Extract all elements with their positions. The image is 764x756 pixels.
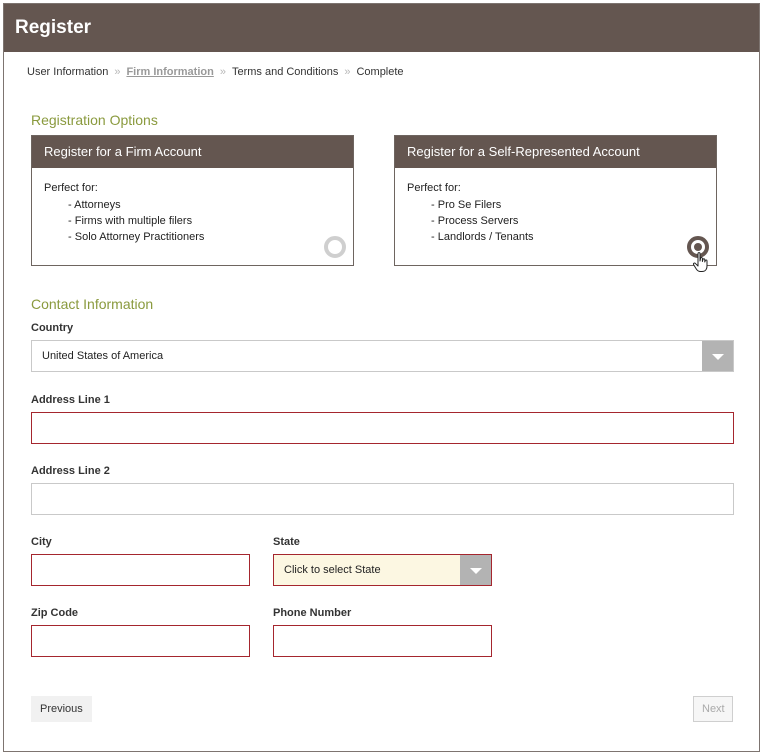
list-item: Process Servers <box>431 213 704 229</box>
state-select[interactable]: Click to select State <box>273 554 492 586</box>
contact-information-title: Contact Information <box>31 296 154 312</box>
breadcrumb-complete[interactable]: Complete <box>356 66 403 78</box>
self-represented-account-list: Pro Se Filers Process Servers Landlords … <box>407 197 704 245</box>
firm-account-description: Perfect for: Attorneys Firms with multip… <box>32 168 353 245</box>
page-title: Register <box>15 17 92 38</box>
firm-account-list: Attorneys Firms with multiple filers Sol… <box>44 197 341 245</box>
self-represented-account-option[interactable]: Register for a Self-Represented Account … <box>394 135 717 272</box>
list-item: Attorneys <box>68 197 341 213</box>
firm-account-title: Register for a Firm Account <box>32 136 353 168</box>
self-represented-account-title: Register for a Self-Represented Account <box>395 136 716 168</box>
self-represented-account-description: Perfect for: Pro Se Filers Process Serve… <box>395 168 716 245</box>
address-line-2-label: Address Line 2 <box>31 465 110 477</box>
phone-number-label: Phone Number <box>273 607 352 619</box>
next-button[interactable]: Next <box>693 696 733 722</box>
breadcrumb-terms-and-conditions[interactable]: Terms and Conditions <box>232 66 338 78</box>
address-line-1-input[interactable] <box>31 412 734 444</box>
firm-account-radio[interactable] <box>324 236 346 258</box>
address-line-2-input[interactable] <box>31 483 734 515</box>
list-item: Landlords / Tenants <box>431 229 704 245</box>
phone-number-input[interactable] <box>273 625 492 657</box>
list-item: Pro Se Filers <box>431 197 704 213</box>
city-input[interactable] <box>31 554 250 586</box>
breadcrumb-user-information[interactable]: User Information <box>27 66 108 78</box>
hand-pointer-icon <box>692 252 708 272</box>
list-item: Firms with multiple filers <box>68 213 341 229</box>
zip-code-input[interactable] <box>31 625 250 657</box>
breadcrumb: User Information » Firm Information » Terms … <box>27 66 404 78</box>
breadcrumb-separator: » <box>344 66 351 78</box>
country-select[interactable]: United States of America <box>31 340 734 372</box>
registration-options-title: Registration Options <box>31 112 158 128</box>
header-bar: Register <box>4 4 759 52</box>
firm-account-intro: Perfect for: <box>44 182 98 194</box>
city-label: City <box>31 536 52 548</box>
register-window: Register User Information » Firm Informati… <box>3 3 760 752</box>
breadcrumb-firm-information[interactable]: Firm Information <box>126 66 213 78</box>
address-line-1-label: Address Line 1 <box>31 394 110 406</box>
state-label: State <box>273 536 300 548</box>
chevron-down-icon[interactable] <box>702 341 733 371</box>
chevron-down-icon[interactable] <box>460 555 491 585</box>
breadcrumb-separator: » <box>114 66 121 78</box>
country-label: Country <box>31 322 74 334</box>
self-represented-account-intro: Perfect for: <box>407 182 461 194</box>
previous-button[interactable]: Previous <box>31 696 92 722</box>
country-selected-value: United States of America <box>42 350 164 362</box>
breadcrumb-separator: » <box>219 66 226 78</box>
zip-code-label: Zip Code <box>31 607 79 619</box>
firm-account-option[interactable]: Register for a Firm Account Perfect for:… <box>31 135 354 266</box>
list-item: Solo Attorney Practitioners <box>68 229 341 245</box>
state-selected-value: Click to select State <box>284 564 381 576</box>
